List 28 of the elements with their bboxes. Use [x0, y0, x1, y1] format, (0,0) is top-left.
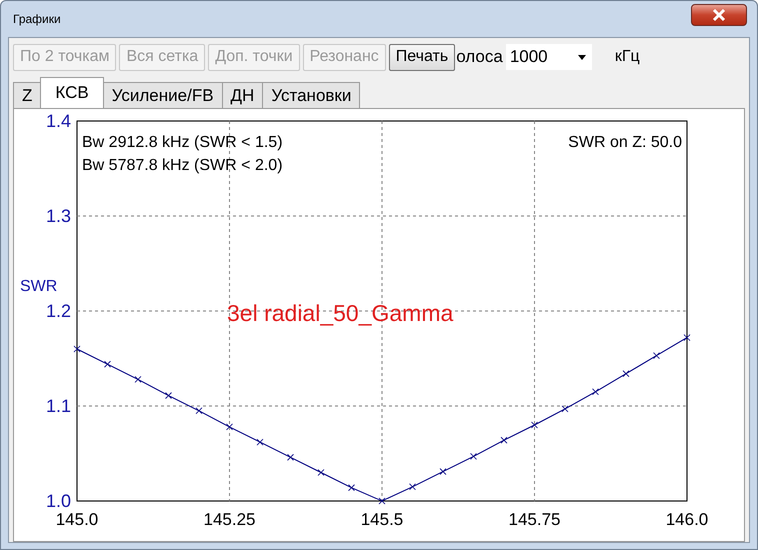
y-tick-label: 1.1 — [46, 396, 71, 416]
window-title: Графики — [13, 12, 61, 26]
unit-label: кГц — [614, 48, 640, 66]
close-button[interactable] — [691, 4, 747, 26]
caret-icon — [578, 54, 586, 60]
y-tick-label: 1.2 — [46, 301, 71, 321]
y-tick-label: 1.0 — [46, 491, 71, 511]
x-tick-label: 145.5 — [360, 510, 404, 529]
tab[interactable]: КСВ — [40, 77, 104, 108]
bandwidth-text: Bw 5787.8 kHz (SWR < 2.0) — [82, 157, 283, 174]
tab[interactable]: Установки — [262, 82, 360, 108]
y-tick-label: 1.3 — [46, 206, 71, 226]
impedance-text: SWR on Z: 50.0 — [568, 134, 682, 151]
x-tick-label: 146.0 — [666, 510, 708, 529]
band-dropdown[interactable]: 1000 — [506, 44, 592, 70]
y-axis-label: SWR — [20, 278, 58, 295]
band-label: олоса — [456, 47, 503, 67]
close-icon — [711, 8, 727, 22]
model-name: 3el radial_50_Gamma — [227, 300, 454, 326]
x-tick-label: 145.25 — [204, 510, 256, 529]
x-tick-label: 145.75 — [508, 510, 560, 529]
bandwidth-text: Bw 2912.8 kHz (SWR < 1.5) — [82, 134, 283, 151]
tab[interactable]: Усиление/FB — [102, 82, 223, 108]
tab[interactable]: ДН — [222, 82, 264, 108]
tab[interactable]: Z — [13, 82, 42, 108]
x-tick-label: 145.0 — [56, 510, 98, 529]
toolbar-button[interactable]: Печать — [388, 44, 456, 70]
y-tick-label: 1.4 — [46, 111, 71, 131]
